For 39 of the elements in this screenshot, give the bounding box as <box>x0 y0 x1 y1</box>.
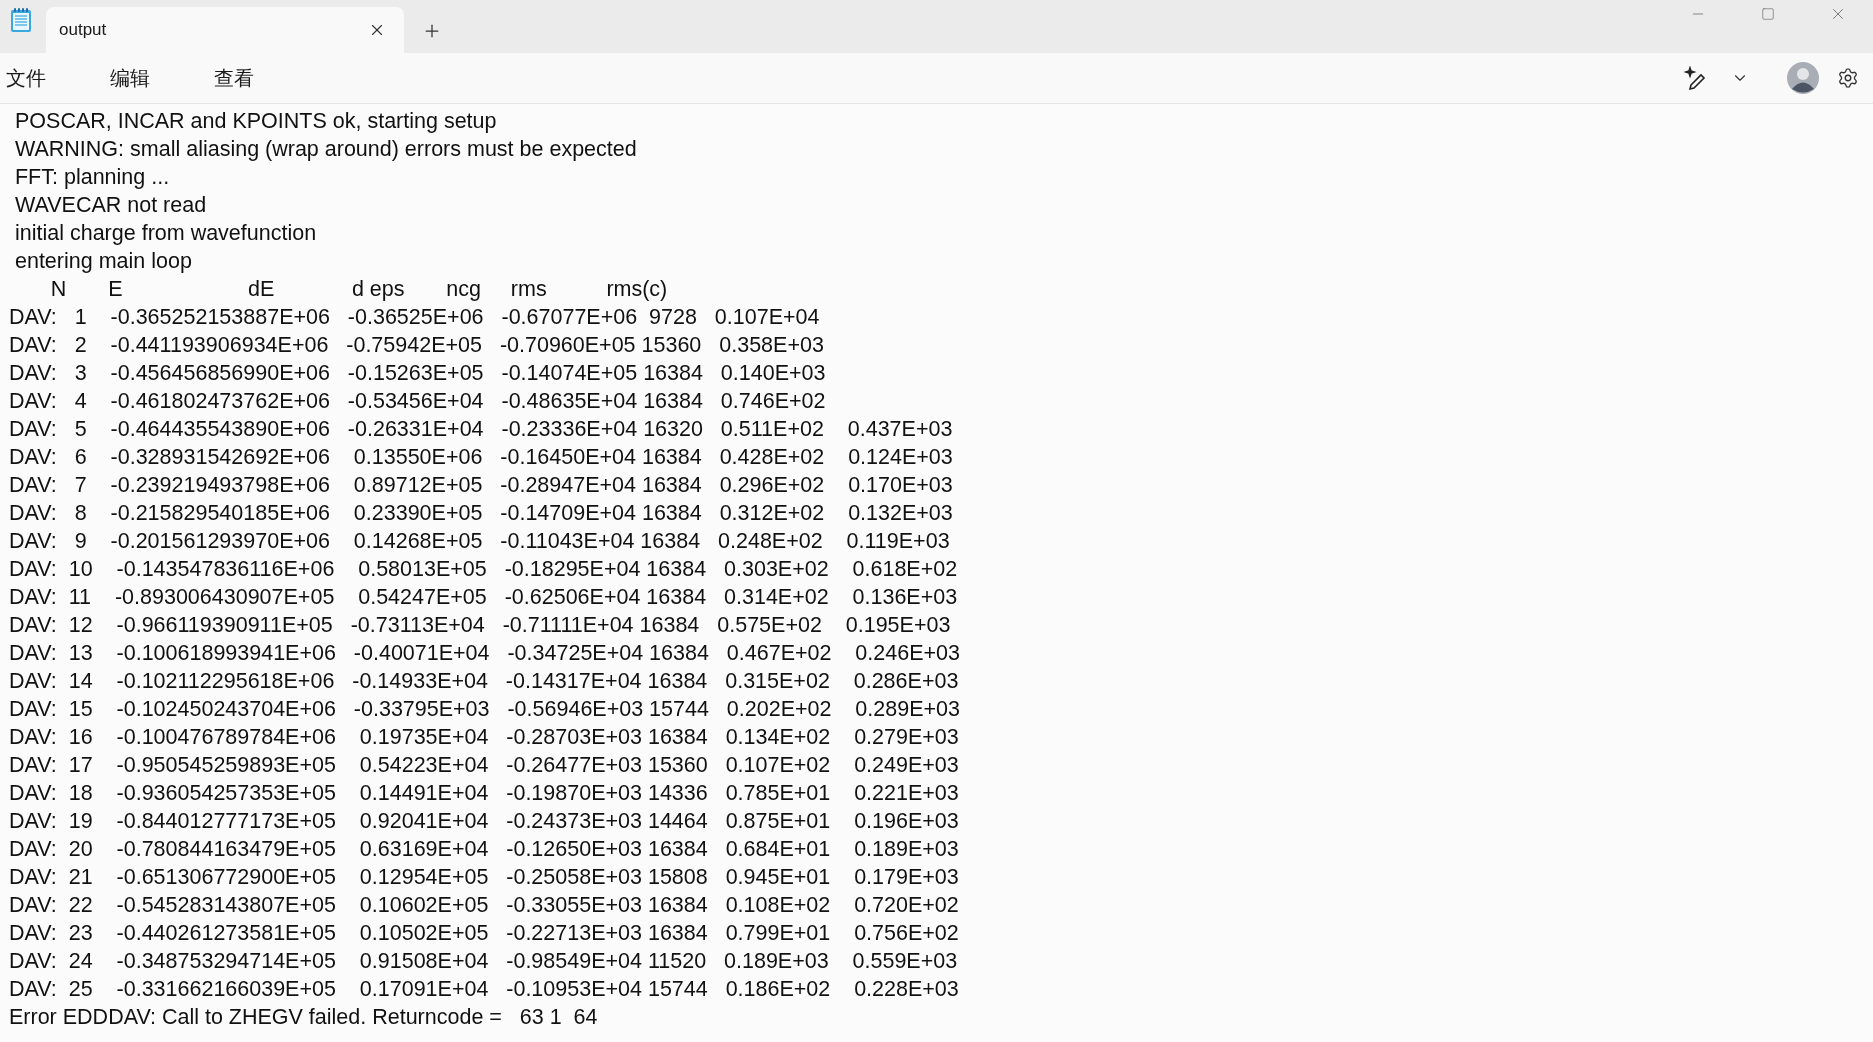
text-line: DAV: 18 -0.936054257353E+05 0.14491E+04 -0.19870E+03 14336 0.785E+01 0.221E+03 <box>9 780 959 807</box>
document-tab[interactable]: output <box>46 7 404 53</box>
text-line: DAV: 5 -0.464435543890E+06 -0.26331E+04 -0.23336E+04 16320 0.511E+02 0.437E+03 <box>9 416 953 443</box>
text-line: DAV: 3 -0.456456856990E+06 -0.15263E+05 -0.14074E+05 16384 0.140E+03 <box>9 360 826 387</box>
text-line: DAV: 8 -0.215829540185E+06 0.23390E+05 -0.14709E+04 16384 0.312E+02 0.132E+03 <box>9 500 953 527</box>
text-line: DAV: 4 -0.461802473762E+06 -0.53456E+04 -0.48635E+04 16384 0.746E+02 <box>9 388 826 415</box>
text-line: FFT: planning ... <box>13 164 170 191</box>
menu-item[interactable]: 文件 <box>4 60 58 96</box>
notepad-icon <box>10 6 32 33</box>
text-line: DAV: 12 -0.966119390911E+05 -0.73113E+04 -0.71111E+04 16384 0.575E+02 0.195E+03 <box>9 612 951 639</box>
text-line: DAV: 11 -0.893006430907E+05 0.54247E+05 -0.62506E+04 16384 0.314E+02 0.136E+03 <box>9 584 958 611</box>
menu-item[interactable]: 编辑 <box>108 60 162 96</box>
text-line: DAV: 25 -0.331662166039E+05 0.17091E+04 -0.10953E+04 15744 0.186E+02 0.228E+03 <box>9 976 959 1003</box>
text-line: DAV: 16 -0.100476789784E+06 0.19735E+04 -0.28703E+03 16384 0.134E+02 0.279E+03 <box>9 724 959 751</box>
text-line: DAV: 2 -0.441193906934E+06 -0.75942E+05 -0.70960E+05 15360 0.358E+03 <box>9 332 824 359</box>
text-line: DAV: 17 -0.950545259893E+05 0.54223E+04 -0.26477E+03 15360 0.107E+02 0.249E+03 <box>9 752 959 779</box>
text-line: WARNING: small aliasing (wrap around) errors must be expected <box>13 136 637 163</box>
text-line: POSCAR, INCAR and KPOINTS ok, starting setup <box>13 108 497 135</box>
text-line: N E dE d eps ncg rms rms(c) <box>49 276 668 303</box>
menu-item[interactable]: 查看 <box>212 60 266 96</box>
text-line: DAV: 6 -0.328931542692E+06 0.13550E+06 -0.16450E+04 16384 0.428E+02 0.124E+03 <box>9 444 953 471</box>
text-line: DAV: 1 -0.365252153887E+06 -0.36525E+06 -0.67077E+06 9728 0.107E+04 <box>9 304 820 331</box>
text-line: DAV: 15 -0.102450243704E+06 -0.33795E+03 -0.56946E+03 15744 0.202E+02 0.289E+03 <box>9 696 960 723</box>
text-line: DAV: 9 -0.201561293970E+06 0.14268E+05 -0.11043E+04 16384 0.248E+02 0.119E+03 <box>9 528 950 555</box>
text-line: DAV: 24 -0.348753294714E+05 0.91508E+04 -0.98549E+04 11520 0.189E+03 0.559E+03 <box>9 948 958 975</box>
text-line: Error EDDDAV: Call to ZHEGV failed. Returncode = 63 1 64 <box>9 1004 598 1031</box>
text-line: DAV: 23 -0.440261273581E+05 0.10502E+05 -0.22713E+03 16384 0.799E+01 0.756E+02 <box>9 920 959 947</box>
text-line: DAV: 21 -0.651306772900E+05 0.12954E+05 -0.25058E+03 15808 0.945E+01 0.179E+03 <box>9 864 959 891</box>
avatar-icon[interactable] <box>1787 62 1819 94</box>
text-line: DAV: 19 -0.844012777173E+05 0.92041E+04 -0.24373E+03 14464 0.875E+01 0.196E+03 <box>9 808 959 835</box>
text-line: WAVECAR not read <box>13 192 207 219</box>
text-line: DAV: 14 -0.102112295618E+06 -0.14933E+04 -0.14317E+04 16384 0.315E+02 0.286E+03 <box>9 668 959 695</box>
text-line: DAV: 22 -0.545283143807E+05 0.10602E+05 -0.33055E+03 16384 0.108E+02 0.720E+02 <box>9 892 959 919</box>
text-line: DAV: 20 -0.780844163479E+05 0.63169E+04 -0.12650E+03 16384 0.684E+01 0.189E+03 <box>9 836 959 863</box>
text-line: DAV: 10 -0.143547836116E+06 0.58013E+05 -0.18295E+04 16384 0.303E+02 0.618E+02 <box>9 556 958 583</box>
text-line: initial charge from wavefunction <box>13 220 317 247</box>
text-line: entering main loop <box>13 248 192 275</box>
text-line: DAV: 7 -0.239219493798E+06 0.89712E+05 -0.28947E+04 16384 0.296E+02 0.170E+03 <box>9 472 953 499</box>
text-line: DAV: 13 -0.100618993941E+06 -0.40071E+04 -0.34725E+04 16384 0.467E+02 0.246E+03 <box>9 640 960 667</box>
